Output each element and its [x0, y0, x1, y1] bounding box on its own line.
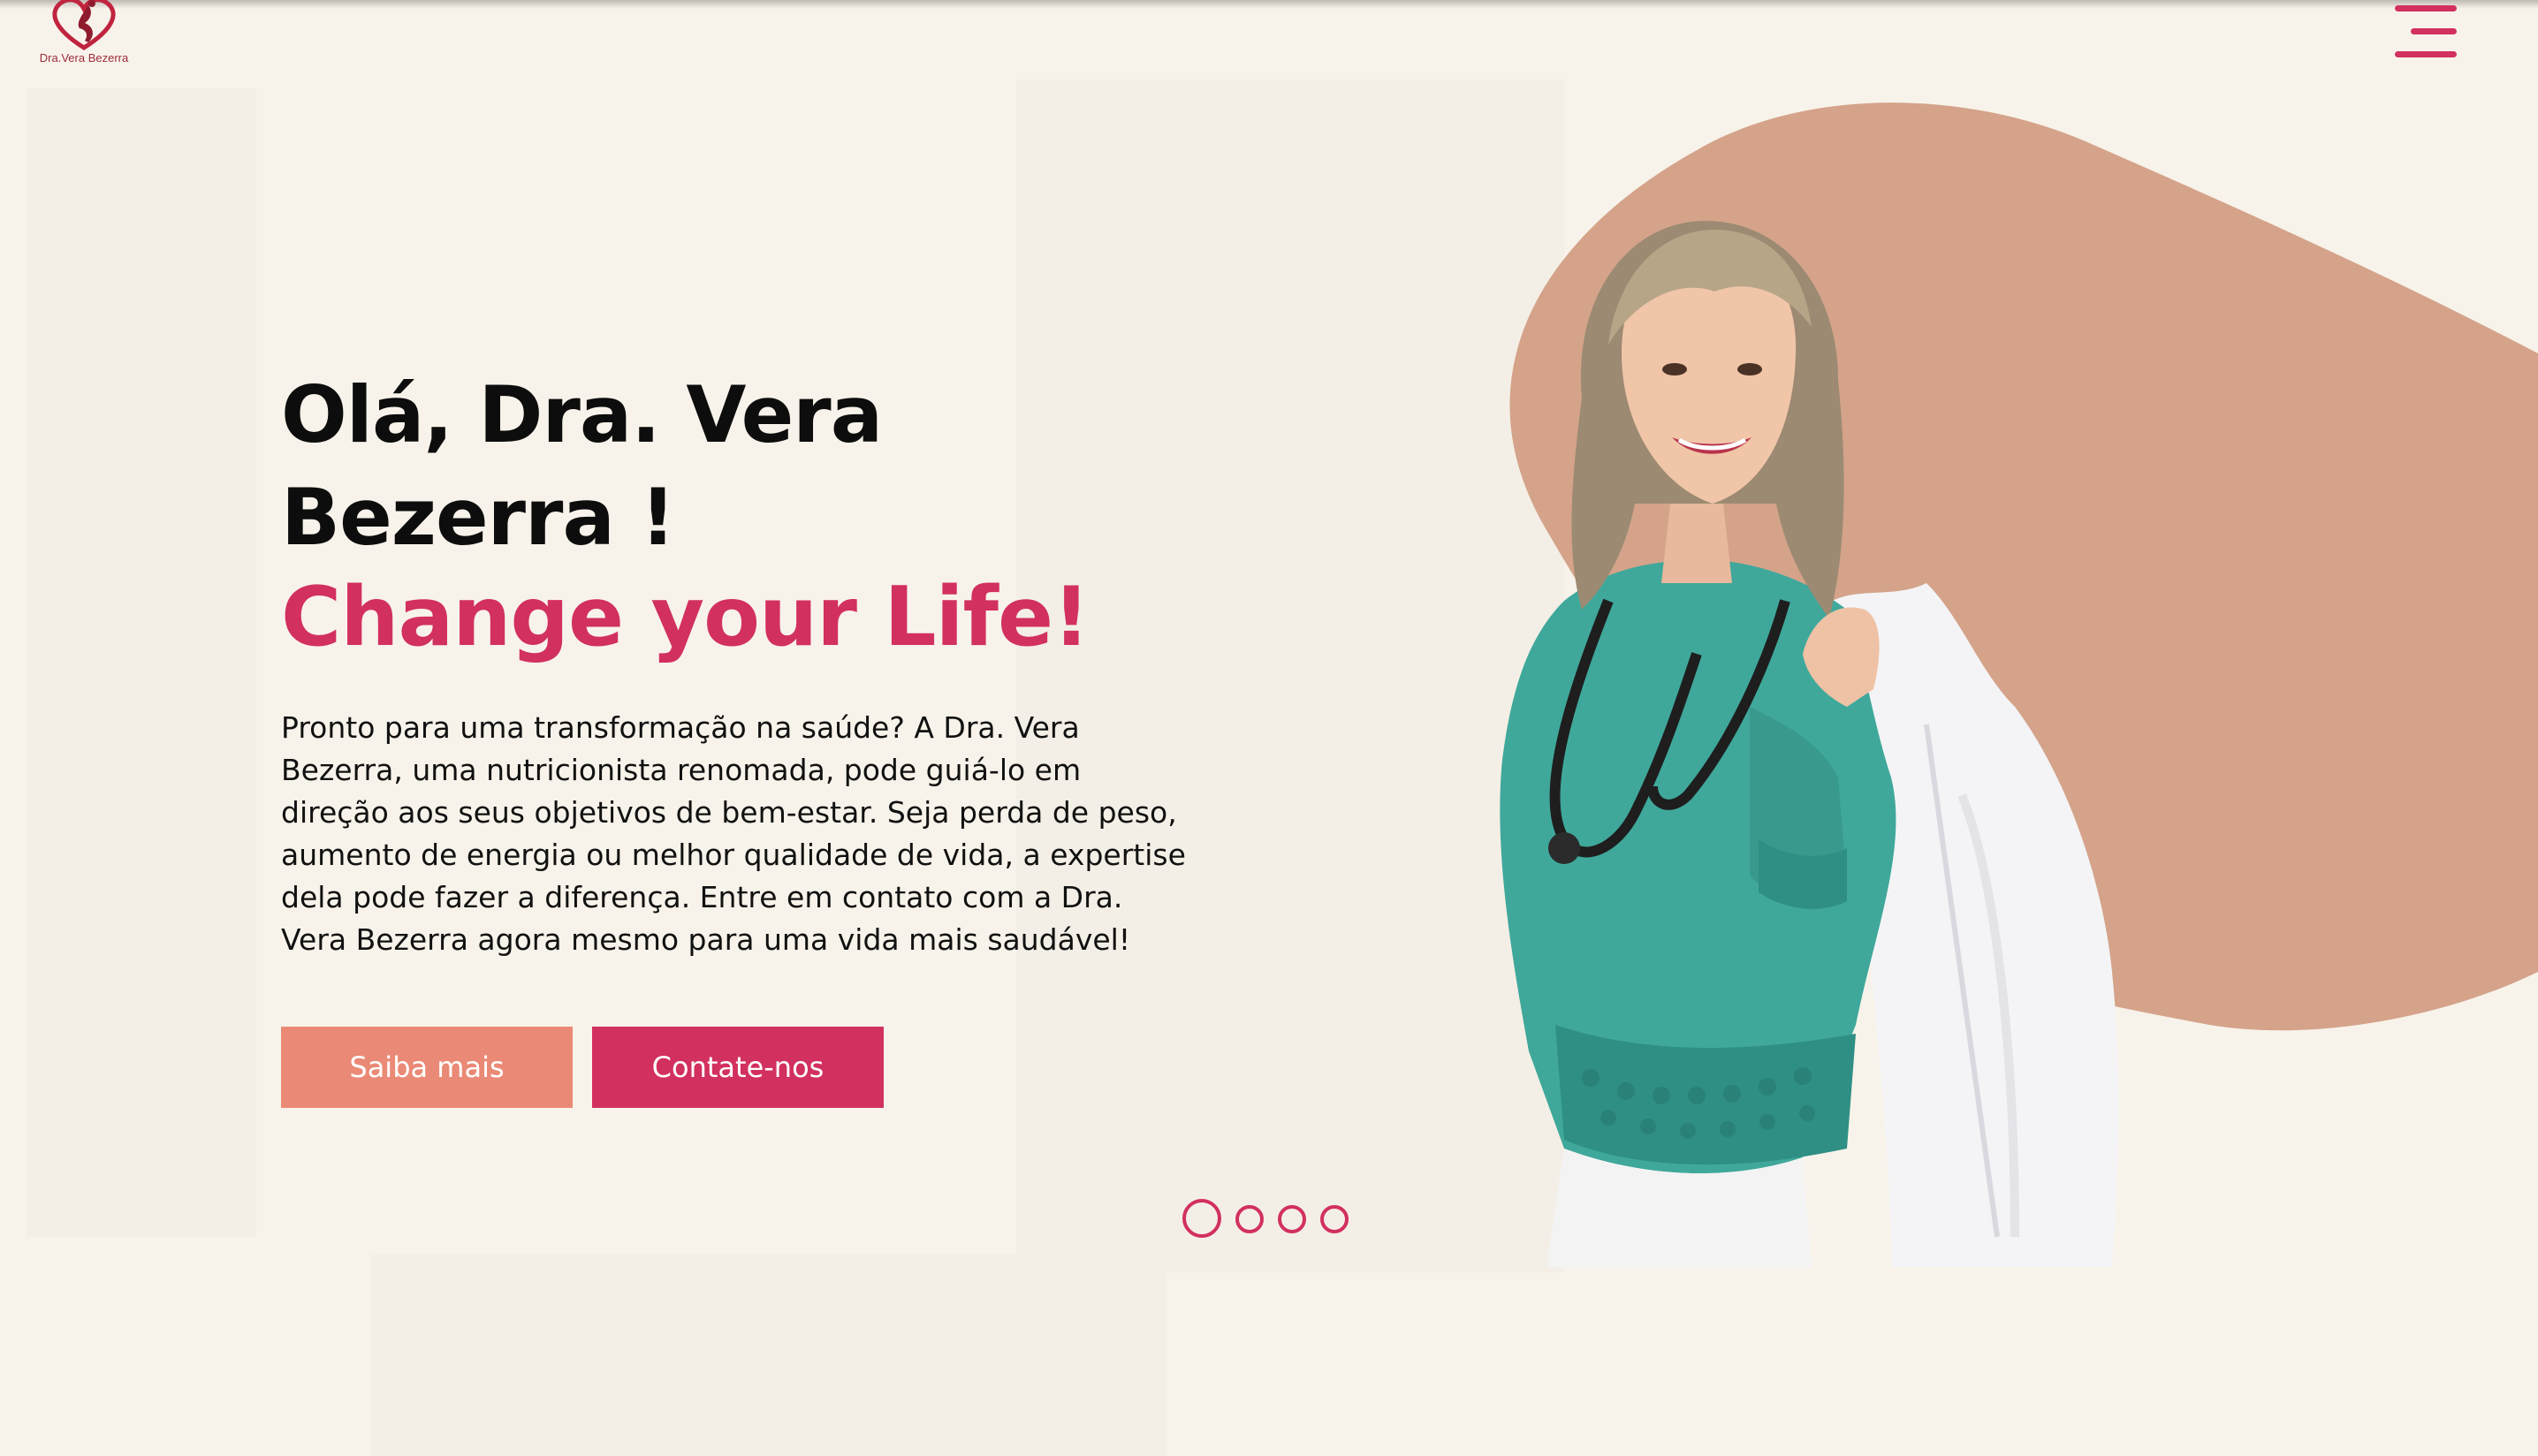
heart-woman-logo-icon [52, 0, 116, 50]
site-logo[interactable]: Dra.Vera Bezerra [35, 0, 133, 71]
carousel-dot-4[interactable] [1320, 1205, 1349, 1233]
doctor-portrait-image [1500, 102, 2538, 1267]
hero-description: Pronto para uma transformação na saúde? … [281, 710, 1186, 957]
background-shade [27, 88, 256, 1237]
hero-subtitle: Change your Life! [281, 569, 1090, 664]
logo-text: Dra.Vera Bezerra [39, 51, 129, 64]
contact-button[interactable]: Contate-nos [592, 1027, 884, 1108]
carousel-dot-3[interactable] [1278, 1205, 1306, 1233]
background-shade [371, 1255, 1166, 1456]
hamburger-menu-icon[interactable] [2393, 5, 2457, 58]
carousel-dot-2[interactable] [1235, 1205, 1264, 1233]
learn-more-button[interactable]: Saiba mais [281, 1027, 573, 1108]
header-shadow [0, 0, 2538, 9]
menu-bar [2395, 51, 2457, 57]
menu-bar [2411, 28, 2457, 34]
menu-bar [2395, 5, 2457, 11]
hero-title: Olá, Dra. Vera Bezerra ! [281, 369, 883, 563]
carousel-dot-1[interactable] [1182, 1199, 1221, 1238]
